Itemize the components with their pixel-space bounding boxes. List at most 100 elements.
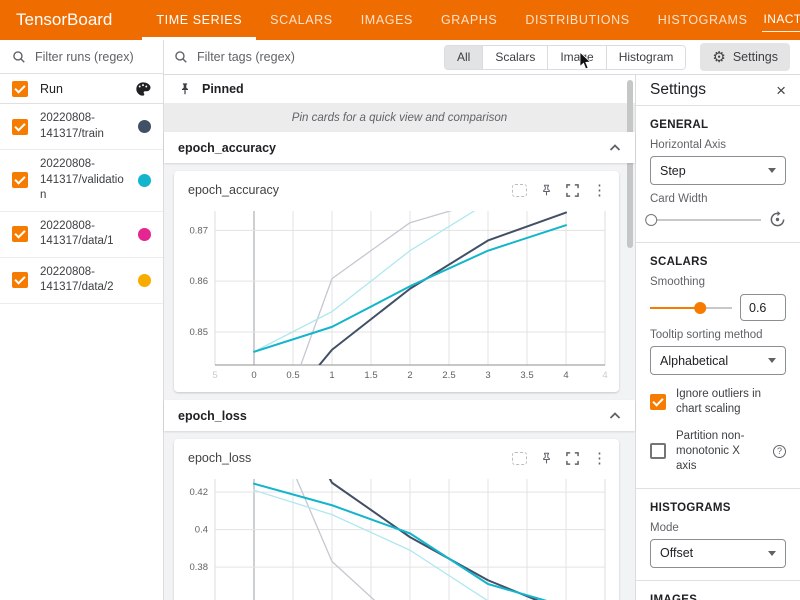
run-header-label: Run [40,82,63,96]
top-nav-tab[interactable]: IMAGES [347,0,427,40]
partition-x-axis-label: Partition non-monotonic X axis [676,429,763,474]
card-menu-icon[interactable]: ⋮ [592,451,607,466]
smoothing-slider[interactable] [650,301,732,315]
tooltip-sorting-select[interactable]: Alphabetical [650,346,786,375]
run-list-item[interactable]: 20220808-141317/validation [0,150,163,212]
top-bar: TensorBoard TIME SERIESSCALARSIMAGESGRAP… [0,0,800,40]
status-dropdown[interactable]: INACTIVE [762,9,800,32]
tag-type-filter-chip[interactable]: Scalars [483,46,548,69]
card-width-slider[interactable] [650,213,761,227]
section-header-epoch-loss[interactable]: epoch_loss [164,400,635,431]
close-icon[interactable]: × [776,82,786,99]
top-nav-tab[interactable]: GRAPHS [427,0,511,40]
chevron-down-icon [768,358,776,363]
svg-text:0.5: 0.5 [286,370,299,381]
svg-text:5: 5 [212,370,217,381]
svg-text:3.5: 3.5 [520,370,533,381]
main-scrollbar[interactable] [627,80,633,248]
help-icon[interactable]: ? [773,445,786,458]
tag-type-filter-chip[interactable]: Histogram [607,46,686,69]
epoch-loss-chart[interactable]: 00.511.522.533.540.360.380.40.42 [174,469,619,600]
svg-text:2.5: 2.5 [442,370,455,381]
runs-sidebar: Filter runs (regex) Run 20220808-141317/… [0,40,164,600]
status-dropdown-value: INACTIVE [764,12,800,26]
run-color-dot [138,174,151,187]
fit-domain-icon[interactable] [512,452,527,465]
horizontal-axis-select[interactable]: Step [650,156,786,185]
svg-text:0.4: 0.4 [195,525,208,536]
svg-text:4: 4 [563,370,568,381]
card-menu-icon[interactable]: ⋮ [592,183,607,198]
filter-tags-input[interactable]: Filter tags (regex) [174,50,444,64]
card-title: epoch_loss [188,451,251,465]
histogram-mode-label: Mode [650,522,786,534]
main-content: Pinned Pin cards for a quick view and co… [164,75,635,600]
tag-type-filter-chip[interactable]: Image [548,46,606,69]
palette-icon[interactable] [135,81,151,97]
svg-text:2: 2 [407,370,412,381]
run-name: 20220808-141317/train [40,111,124,142]
tag-type-filter-chip[interactable]: All [445,46,483,69]
pin-icon [178,82,192,96]
histogram-mode-select[interactable]: Offset [650,539,786,568]
fit-domain-icon[interactable] [512,184,527,197]
ignore-outliers-checkbox[interactable] [650,394,666,410]
epoch-accuracy-card: epoch_accuracy ⋮ 00.511.522.533.54540.85… [174,171,619,392]
topbar-right-controls: INACTIVE ◐ ↻ ⚙ ? [762,5,800,35]
card-width-label: Card Width [650,193,786,205]
smoothing-input[interactable]: 0.6 [740,294,786,321]
top-nav-tab[interactable]: TIME SERIES [142,0,256,40]
run-color-dot [138,228,151,241]
run-checkbox[interactable] [12,119,28,135]
run-name: 20220808-141317/validation [40,157,124,204]
tags-toolbar: Filter tags (regex) AllScalarsImageHisto… [164,40,800,75]
run-list-header: Run [0,74,163,104]
pin-card-icon[interactable] [540,184,553,197]
reset-icon[interactable] [769,211,786,228]
fullscreen-icon[interactable] [566,184,579,197]
run-list-item[interactable]: 20220808-141317/data/1 [0,212,163,258]
top-nav-tab[interactable]: HISTOGRAMS [644,0,762,40]
top-nav-tab[interactable]: SCALARS [256,0,347,40]
smoothing-label: Smoothing [650,276,786,288]
tensorboard-app: TensorBoard TIME SERIESSCALARSIMAGESGRAP… [0,0,800,600]
chevron-down-icon [768,551,776,556]
pinned-hint-strip: Pin cards for a quick view and compariso… [164,103,635,132]
run-checkbox[interactable] [12,172,28,188]
svg-text:4: 4 [602,370,607,381]
tooltip-sorting-label: Tooltip sorting method [650,329,786,341]
histograms-heading: HISTOGRAMS [650,502,786,514]
section-header-epoch-accuracy[interactable]: epoch_accuracy [164,132,635,163]
app-title: TensorBoard [16,10,112,30]
partition-x-axis-checkbox[interactable] [650,443,666,459]
filter-runs-input[interactable]: Filter runs (regex) [0,40,163,74]
run-color-dot [138,120,151,133]
settings-panel: Settings × GENERAL Horizontal Axis Step … [635,75,800,600]
ignore-outliers-label: Ignore outliers in chart scaling [676,387,786,417]
run-select-all-checkbox[interactable] [12,81,28,97]
settings-button[interactable]: ⚙ Settings [700,43,790,71]
chevron-up-icon[interactable] [609,144,621,152]
epoch-loss-region: epoch_loss ⋮ 00.511.522.533.540.360.380.… [164,431,635,600]
epoch-accuracy-chart[interactable]: 00.511.522.533.54540.850.860.87 [174,201,619,387]
search-icon [174,50,188,64]
run-name: 20220808-141317/data/2 [40,265,124,296]
pinned-hint-text: Pin cards for a quick view and compariso… [292,112,507,124]
epoch-accuracy-region: epoch_accuracy ⋮ 00.511.522.533.54540.85… [164,163,635,400]
svg-text:0.87: 0.87 [190,225,209,236]
run-list-item[interactable]: 20220808-141317/train [0,104,163,150]
run-list: 20220808-141317/train 20220808-141317/va… [0,104,163,304]
top-nav-tab[interactable]: DISTRIBUTIONS [511,0,643,40]
settings-button-label: Settings [733,50,778,64]
card-title: epoch_accuracy [188,183,279,197]
run-list-item[interactable]: 20220808-141317/data/2 [0,258,163,304]
fullscreen-icon[interactable] [566,452,579,465]
run-checkbox[interactable] [12,226,28,242]
chevron-up-icon[interactable] [609,412,621,420]
svg-text:0.42: 0.42 [190,487,209,498]
pin-card-icon[interactable] [540,452,553,465]
svg-text:0: 0 [251,370,256,381]
tag-type-filter-group: AllScalarsImageHistogram [444,45,686,70]
run-checkbox[interactable] [12,272,28,288]
filter-tags-placeholder: Filter tags (regex) [197,50,295,64]
